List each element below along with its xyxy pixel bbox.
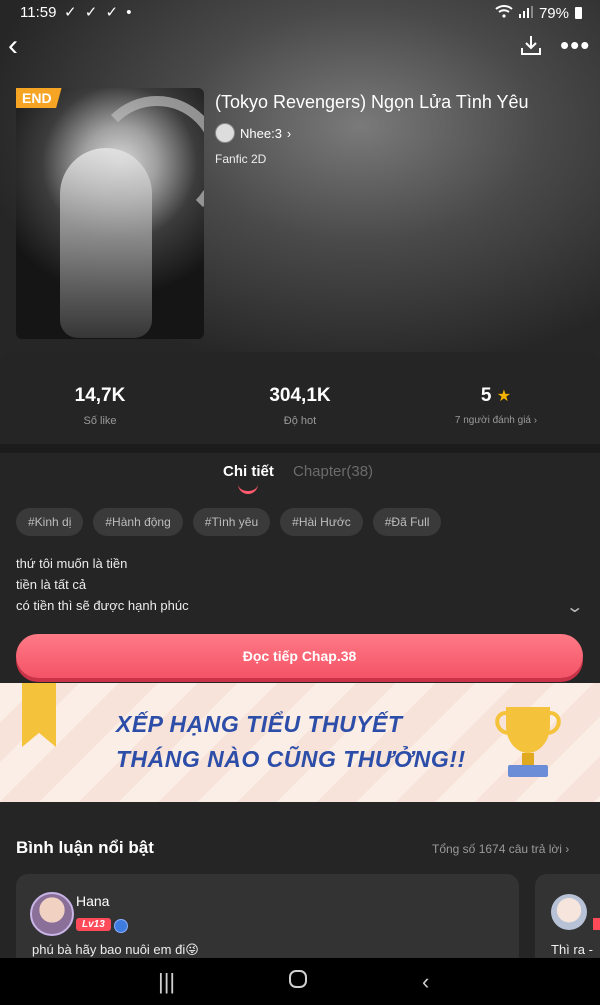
recent-apps-icon[interactable]: |||	[158, 969, 175, 995]
tab-detail[interactable]: Chi tiết	[223, 463, 274, 480]
comment-text: phú bà hãy bao nuôi em đi😜	[32, 942, 199, 957]
home-icon[interactable]	[288, 969, 308, 995]
trophy-icon	[495, 707, 561, 777]
system-nav-bar: ||| ‹	[0, 958, 600, 1005]
avatar	[30, 892, 74, 936]
comment-author: Hana	[76, 893, 110, 909]
author-name: Nhee:3	[240, 125, 282, 141]
author-avatar	[215, 123, 235, 143]
level-badge	[593, 918, 600, 930]
divider	[0, 444, 600, 453]
description: thứ tôi muốn là tiền tiền là tất cả có t…	[16, 556, 189, 613]
tag[interactable]: #Hành động	[93, 508, 183, 536]
story-title: (Tokyo Revengers) Ngọn Lửa Tình Yêu	[215, 92, 529, 112]
status-bar: 11:59 ✓ ✓ ✓ • 79%	[0, 0, 600, 26]
chevron-down-icon[interactable]: ⌄	[565, 597, 584, 617]
stats-row: 14,7K Số like 304,1K Độ hot 5 ★ 7 người …	[0, 385, 600, 440]
chevron-left-icon[interactable]: ‹	[8, 31, 18, 61]
tag[interactable]: #Tình yêu	[192, 508, 271, 536]
avatar	[551, 894, 587, 930]
top-bar: ‹ •••	[0, 30, 600, 62]
tag-list: #Kinh dị #Hành động #Tình yêu #Hài Hước …	[16, 508, 442, 536]
genre-label: Fanfic 2D	[215, 152, 267, 166]
comment-text: Thì ra -	[551, 942, 593, 957]
more-icon[interactable]: •••	[560, 30, 590, 61]
back-nav-icon[interactable]: ‹	[422, 969, 429, 995]
status-time: 11:59	[20, 4, 57, 21]
wifi-icon	[495, 4, 513, 22]
stat-rating[interactable]: 5 ★ 7 người đánh giá ›	[416, 385, 576, 426]
signal-icon	[518, 5, 533, 22]
comments-total-link[interactable]: Tổng số 1674 câu trả lời ›	[432, 842, 569, 856]
comments-heading: Bình luận nổi bật	[16, 838, 154, 857]
chevron-right-icon: ›	[286, 125, 292, 141]
author-link[interactable]: Nhee:3 ›	[215, 123, 291, 143]
level-badge: Lv13	[76, 918, 111, 931]
tab-chapters[interactable]: Chapter(38)	[293, 463, 373, 480]
end-badge: END	[16, 88, 62, 108]
ribbon-icon	[22, 683, 56, 747]
battery-icon	[575, 7, 582, 19]
cover-image[interactable]	[16, 88, 204, 339]
tag[interactable]: #Hài Hước	[280, 508, 363, 536]
star-icon: ★	[496, 388, 512, 405]
banner-line1: XẾP HẠNG TIỂU THUYẾT	[116, 711, 403, 737]
download-icon[interactable]	[520, 34, 542, 61]
tag[interactable]: #Kinh dị	[16, 508, 84, 536]
continue-reading-button[interactable]: Đọc tiếp Chap.38	[16, 634, 583, 678]
notification-icons: ✓ ✓ ✓ •	[64, 4, 134, 21]
banner-line2: THÁNG NÀO CŨNG THƯỞNG!!	[116, 746, 466, 772]
tag[interactable]: #Đã Full	[372, 508, 442, 536]
verified-icon	[114, 919, 128, 933]
stat-hot: 304,1K Độ hot	[269, 385, 331, 427]
stat-likes: 14,7K Số like	[74, 385, 126, 427]
ranking-banner[interactable]: XẾP HẠNG TIỂU THUYẾT THÁNG NÀO CŨNG THƯỞ…	[0, 683, 600, 802]
battery-level: 79%	[538, 4, 569, 22]
